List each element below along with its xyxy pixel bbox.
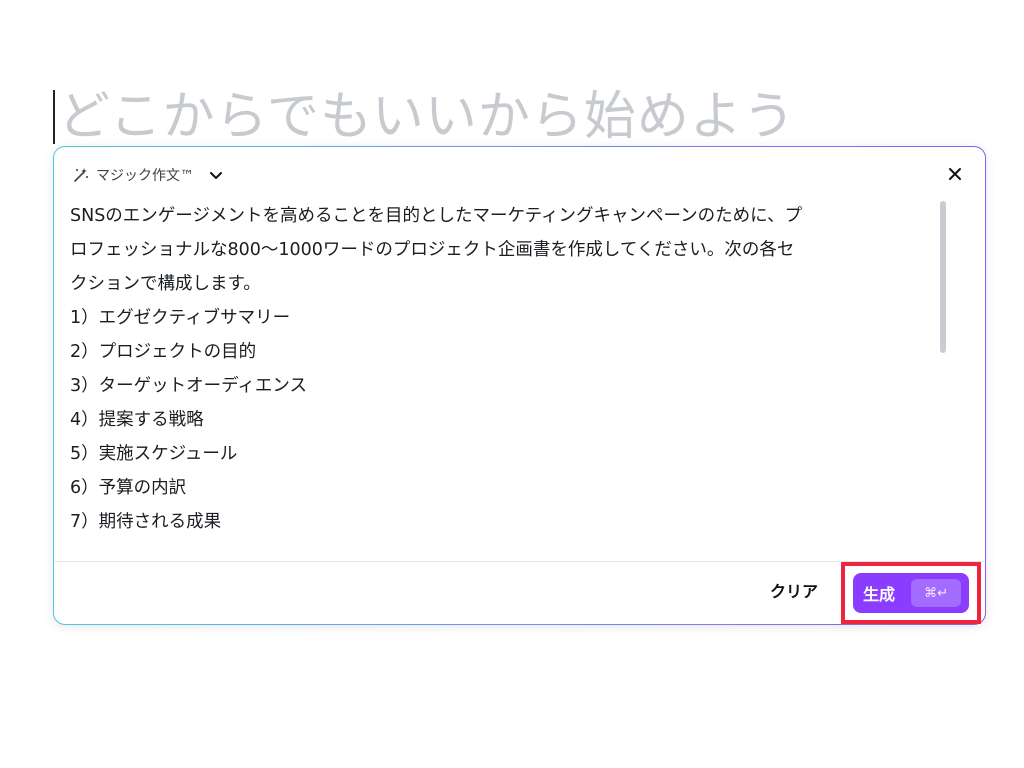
editor-placeholder[interactable]: どこからでもいいから始めよう [58,84,796,150]
generate-button[interactable]: 生成 ⌘↵ [853,573,969,613]
chevron-down-icon[interactable] [208,167,224,183]
generate-label: 生成 [863,585,896,604]
magic-wand-icon [72,166,90,184]
clear-button[interactable]: クリア [764,577,824,607]
text-cursor [53,90,55,144]
prompt-line: SNSのエンゲージメントを高めることを目的としたマーケティングキャンペーンのため… [70,206,803,226]
prompt-line: 2）プロジェクトの目的 [70,342,257,362]
prompt-line: ロフェッショナルな800〜1000ワードのプロジェクト企画書を作成してください。… [70,240,795,260]
prompt-line: クションで構成します。 [70,274,261,294]
textarea-scrollbar[interactable] [938,201,948,539]
prompt-line: 7）期待される成果 [70,512,222,532]
prompt-line: 3）ターゲットオーディエンス [70,376,308,396]
scrollbar-thumb[interactable] [940,201,946,353]
close-icon[interactable] [945,164,965,184]
prompt-textarea[interactable]: SNSのエンゲージメントを高めることを目的としたマーケティングキャンペーンのため… [70,199,932,543]
keyboard-shortcut-badge: ⌘↵ [911,579,962,607]
magic-write-title: マジック作文™ [96,168,194,184]
prompt-line: 5）実施スケジュール [70,444,238,464]
magic-write-panel: マジック作文™ SNSのエンゲージメントを高めることを目的としたマーケティングキ… [53,146,986,625]
prompt-line: 6）予算の内訳 [70,478,187,498]
magic-write-header[interactable]: マジック作文™ [72,163,224,187]
prompt-line: 1）エグゼクティブサマリー [70,308,291,328]
prompt-line: 4）提案する戦略 [70,410,204,430]
